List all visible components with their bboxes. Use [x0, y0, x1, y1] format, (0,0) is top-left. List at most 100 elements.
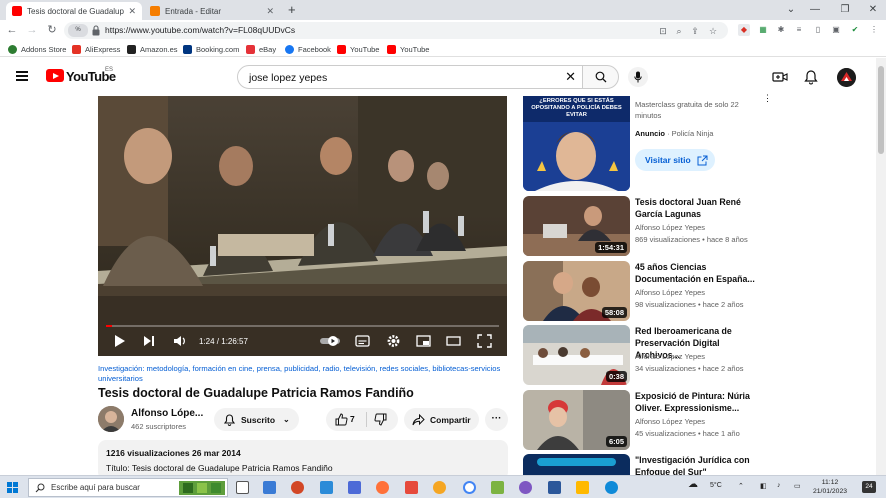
ad-thumbnail[interactable]: ¿ERRORES QUE SI ESTÁS OPOSITANDO A POLIC… — [523, 96, 630, 191]
taskbar-search-input[interactable]: Escribe aquí para buscar — [28, 478, 228, 497]
theater-mode-icon[interactable] — [446, 333, 461, 349]
extensions-puzzle-icon[interactable]: ✱ — [775, 24, 787, 36]
bookmark-youtube[interactable]: YouTube — [337, 43, 379, 55]
app-icon-purple[interactable] — [519, 481, 532, 494]
reload-icon[interactable]: ↻ — [44, 22, 60, 38]
recommended-channel[interactable]: Alfonso López Yepes — [635, 417, 705, 426]
recommended-channel[interactable]: Alfonso López Yepes — [635, 352, 705, 361]
minimize-icon[interactable]: — — [800, 0, 830, 20]
sync-check-icon[interactable]: ✔ — [849, 24, 861, 36]
file-explorer-icon[interactable] — [576, 481, 589, 494]
extension-grid-icon[interactable]: ▦ — [757, 24, 769, 36]
omnibox[interactable]: % https://www.youtube.com/watch?v=FL08qU… — [64, 22, 728, 39]
recommended-video[interactable]: 1:54:31 Tesis doctoral Juan René García … — [523, 196, 763, 256]
reading-list-icon[interactable]: ≡ — [793, 24, 805, 36]
extension-shield-icon[interactable]: ◆ — [738, 24, 750, 36]
bookmark-facebook[interactable]: Facebook — [285, 43, 331, 55]
video-thumbnail[interactable]: 0:38 — [523, 325, 630, 385]
recommended-channel[interactable]: Alfonso López Yepes — [635, 223, 705, 232]
app-icon-1[interactable] — [263, 481, 276, 494]
word-icon[interactable] — [548, 481, 561, 494]
video-thumbnail[interactable]: 6:05 — [523, 390, 630, 450]
account-avatar[interactable] — [837, 68, 856, 87]
site-chip[interactable]: % — [68, 24, 88, 37]
fullscreen-icon[interactable] — [477, 333, 492, 349]
video-thumbnail[interactable]: 58:08 — [523, 261, 630, 321]
recommended-video[interactable]: 58:08 45 años Ciencias Documentación en … — [523, 261, 763, 321]
bookmark-aliexpress[interactable]: AliExpress — [72, 43, 120, 55]
more-actions-icon[interactable]: ··· — [485, 408, 508, 431]
description-box[interactable]: 1216 visualizaciones 26 mar 2014 Título:… — [98, 440, 508, 480]
share-button[interactable]: Compartir — [404, 408, 479, 431]
video-tags[interactable]: Investigación: metodología, formación en… — [98, 364, 508, 384]
edge-icon[interactable] — [605, 481, 618, 494]
new-tab-plus-icon[interactable]: + — [288, 2, 296, 17]
channel-avatar[interactable] — [98, 406, 124, 432]
subtitles-icon[interactable] — [355, 333, 370, 349]
next-icon[interactable] — [143, 333, 155, 349]
app-icon-l[interactable] — [320, 481, 333, 494]
create-video-icon[interactable] — [772, 69, 788, 85]
clock[interactable]: 11:12 21/01/2023 — [813, 478, 847, 496]
windows-start-icon[interactable] — [7, 482, 18, 493]
volume-icon[interactable] — [173, 333, 187, 349]
install-app-icon[interactable]: ⊡ — [657, 25, 669, 37]
recommended-title[interactable]: 45 años Ciencias Documentación en España… — [635, 261, 763, 285]
video-thumbnail[interactable]: 1:54:31 — [523, 196, 630, 256]
search-input[interactable]: jose lopez yepes ✕ — [237, 65, 583, 89]
clear-search-icon[interactable]: ✕ — [565, 69, 576, 85]
scrollbar-thumb[interactable] — [878, 66, 884, 154]
recommended-title[interactable]: Exposició de Pintura: Núria Oliver. Expr… — [635, 390, 763, 414]
close-icon[interactable]: ✕ — [266, 6, 274, 17]
chrome-icon[interactable] — [463, 481, 476, 494]
bookmark-amazon[interactable]: Amazon.es — [127, 43, 178, 55]
video-thumbnail[interactable] — [523, 454, 630, 475]
bookmark-addons-store[interactable]: Addons Store — [8, 43, 66, 55]
maximize-icon[interactable]: ❐ — [830, 0, 860, 20]
autoplay-toggle-icon[interactable] — [319, 333, 341, 349]
window-close-icon[interactable]: ✕ — [858, 0, 886, 20]
voice-search-button[interactable] — [628, 67, 648, 87]
miniplayer-icon[interactable] — [416, 333, 431, 349]
recommended-title[interactable]: Tesis doctoral Juan René García Lagunas — [635, 196, 763, 220]
side-panel-icon[interactable]: ▯ — [812, 24, 824, 36]
bookmark-ebay[interactable]: eBay — [246, 43, 276, 55]
page-scrollbar[interactable] — [876, 58, 886, 475]
network-icon[interactable]: ◧ — [760, 482, 767, 490]
speaker-icon[interactable]: ♪ — [777, 482, 781, 489]
task-view-icon[interactable] — [236, 481, 249, 494]
battery-icon[interactable]: ▭ — [794, 482, 801, 490]
ad-menu-icon[interactable]: ⋮ — [763, 93, 772, 104]
thumbs-down-icon[interactable] — [374, 413, 387, 426]
weather-cloud-icon[interactable]: ☁ — [688, 479, 698, 490]
app-icon-badge[interactable] — [348, 481, 361, 494]
pdf-icon[interactable] — [405, 481, 418, 494]
recommended-video[interactable]: 0:38 Red Iberoamericana de Preservación … — [523, 325, 763, 385]
bookmark-youtube-2[interactable]: YouTube — [387, 43, 429, 55]
notifications-bell-icon[interactable] — [803, 69, 819, 85]
recommended-title[interactable]: "Investigación Jurídica con Enfoque del … — [635, 454, 763, 475]
app-icon-circle[interactable] — [433, 481, 446, 494]
notification-count[interactable]: 24 — [862, 481, 876, 493]
firefox-icon[interactable] — [376, 481, 389, 494]
like-count[interactable]: 7 — [350, 414, 355, 424]
hamburger-menu-icon[interactable] — [16, 71, 28, 81]
close-icon[interactable]: ✕ — [128, 6, 136, 17]
search-button[interactable] — [582, 65, 619, 89]
back-arrow-icon[interactable]: ← — [4, 22, 20, 38]
zoom-icon[interactable]: ⌕ — [673, 25, 685, 37]
progress-bar[interactable] — [106, 325, 499, 327]
tray-chevron-up-icon[interactable]: ⌃ — [738, 482, 744, 490]
visit-site-button[interactable]: Visitar sitio — [635, 149, 715, 171]
play-icon[interactable] — [114, 333, 126, 349]
video-player[interactable]: 1:24 / 1:26:57 — [98, 96, 507, 356]
share-icon[interactable]: ⇪ — [689, 25, 701, 37]
tab-youtube[interactable]: Tesis doctoral de Guadalupe Patri... ✕ — [6, 2, 142, 20]
channel-name[interactable]: Alfonso Lópe... — [131, 408, 203, 419]
subscribed-button[interactable]: Suscrito ⌄ — [214, 408, 299, 431]
powerpoint-icon[interactable] — [291, 481, 304, 494]
tab-blogger[interactable]: Entrada - Editar ✕ — [144, 2, 280, 20]
extension-square-icon[interactable]: ▣ — [830, 24, 842, 36]
recommended-video[interactable]: "Investigación Jurídica con Enfoque del … — [523, 454, 763, 475]
thumbs-up-icon[interactable] — [335, 413, 348, 426]
